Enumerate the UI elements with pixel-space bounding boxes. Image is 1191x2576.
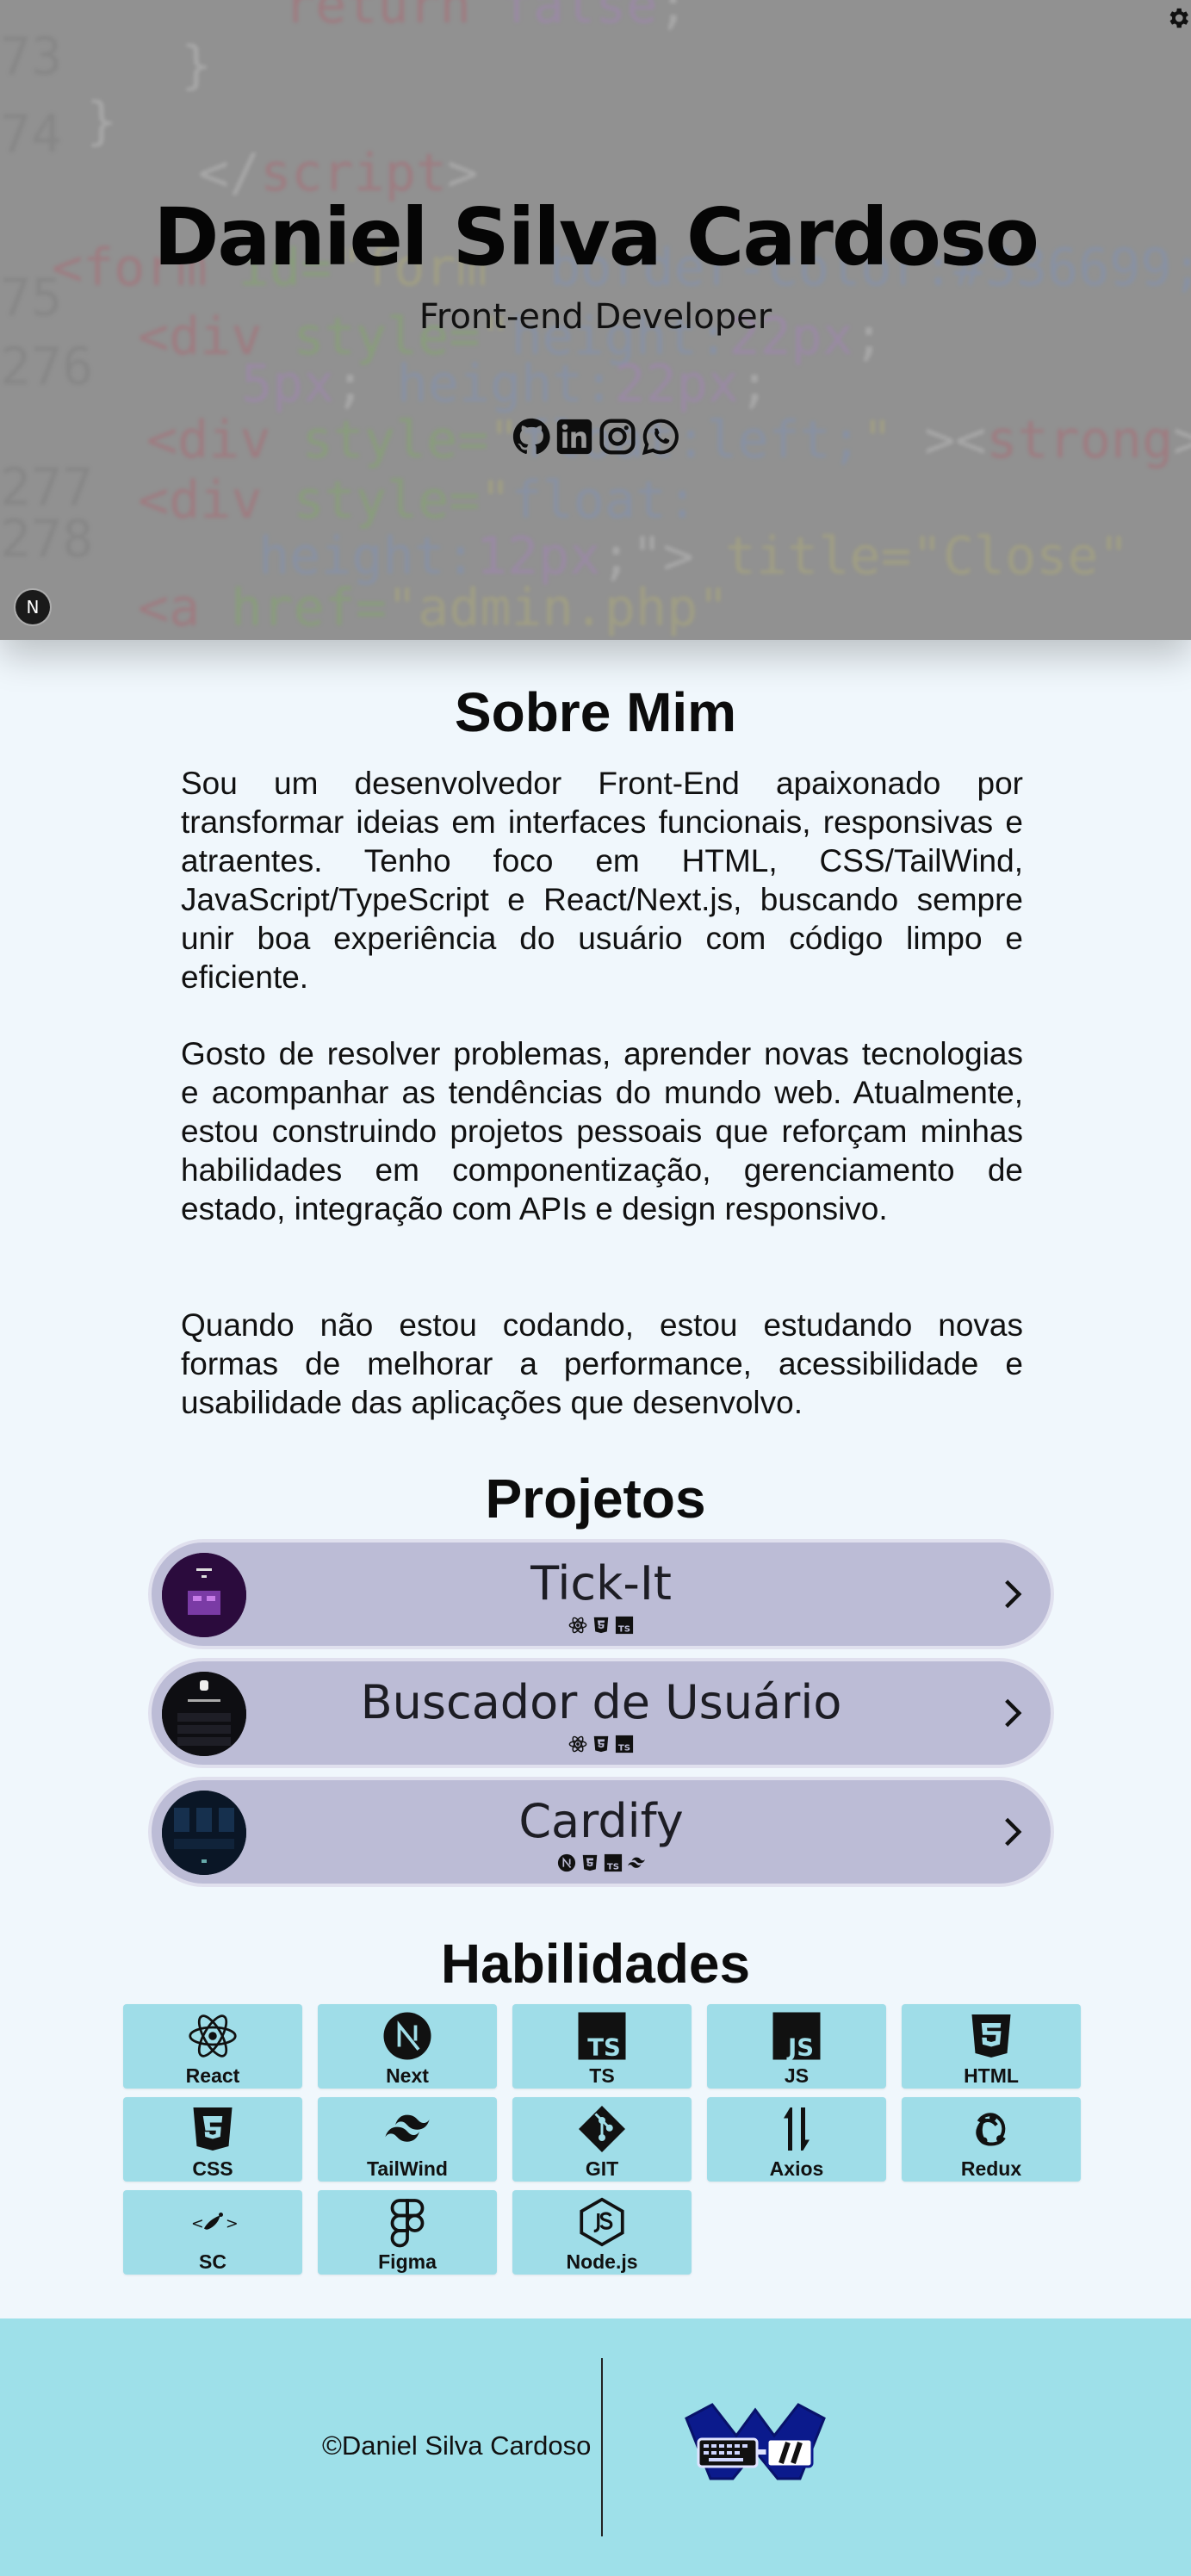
skills-title: Habilidades [440, 1933, 751, 1995]
about-paragraph-1: Sou um desenvolvedor Front-End apaixonad… [181, 766, 1023, 995]
footer [0, 2318, 1191, 2576]
linkedin-icon[interactable] [555, 417, 594, 456]
project-card-buscador-de-usuario[interactable]: Buscador de Usuário TS [148, 1658, 1054, 1768]
project-name: Buscador de Usuário [360, 1675, 842, 1729]
skill-card-react: React [123, 2004, 302, 2089]
tailwind-icon [626, 1853, 647, 1873]
svg-text:TS: TS [618, 1743, 630, 1753]
skill-label: GIT [585, 2157, 619, 2180]
about-title: Sobre Mim [454, 681, 737, 743]
footer-divider [601, 2358, 603, 2536]
redux-icon [965, 2102, 1018, 2156]
css-icon [186, 2102, 239, 2156]
svg-text:>: > [226, 2216, 239, 2233]
hero-name: Daniel Silva Cardoso [153, 191, 1039, 283]
social-links [0, 417, 1191, 456]
styled-components-icon: < > [186, 2195, 239, 2249]
project-tech-list: TS [152, 1853, 1051, 1873]
react-icon [568, 1615, 588, 1636]
project-name: Cardify [518, 1794, 684, 1848]
svg-text:JS: JS [786, 2034, 814, 2062]
project-card-tick-it[interactable]: Tick-It TS [148, 1539, 1054, 1649]
hero-role: Front-end Developer [419, 297, 772, 337]
project-name: Tick-It [530, 1556, 672, 1611]
skill-card-sc: < > SC [123, 2190, 302, 2275]
html-icon [965, 2009, 1018, 2063]
css-icon [580, 1853, 600, 1873]
skill-label: TS [589, 2064, 615, 2087]
footer-copyright: ©Daniel Silva Cardoso [322, 2430, 592, 2461]
ts-icon: TS [603, 1853, 623, 1873]
css-icon [591, 1615, 611, 1636]
skill-label: TailWind [367, 2157, 448, 2180]
svg-text:TS: TS [618, 1624, 630, 1634]
whatsapp-icon[interactable] [641, 417, 680, 456]
svg-text:TS: TS [587, 2034, 621, 2062]
about-paragraph-2: Gosto de resolver problemas, aprender no… [181, 1036, 1023, 1226]
project-card-cardify[interactable]: Cardify TS [148, 1777, 1054, 1887]
brand-logo-icon [685, 2403, 826, 2480]
skill-card-next: Next [318, 2004, 497, 2089]
skill-label: JS [784, 2064, 810, 2087]
skill-label: SC [199, 2250, 226, 2273]
ts-icon: TS [614, 1615, 635, 1636]
skill-card-figma: Figma [318, 2190, 497, 2275]
skill-card-ts: TS TS [512, 2004, 692, 2089]
project-tech-list: TS [152, 1734, 1051, 1754]
skill-label: Axios [769, 2157, 824, 2180]
tailwind-icon [381, 2102, 434, 2156]
svg-text:TS: TS [606, 1862, 618, 1871]
skill-label: Node.js [566, 2250, 638, 2273]
skill-label: Figma [378, 2250, 437, 2273]
github-icon[interactable] [512, 417, 551, 456]
css-icon [591, 1734, 611, 1754]
skill-card-tailwind: TailWind [318, 2097, 497, 2182]
project-tech-list: TS [152, 1615, 1051, 1636]
settings-gear-icon[interactable] [1165, 5, 1191, 31]
skill-card-css: CSS [123, 2097, 302, 2182]
react-icon [568, 1734, 588, 1754]
skill-card-redux: Redux [902, 2097, 1081, 2182]
skill-card-js: JS JS [707, 2004, 886, 2089]
react-icon [186, 2009, 239, 2063]
skill-card-html: HTML [902, 2004, 1081, 2089]
next-icon [556, 1853, 577, 1873]
figma-icon [381, 2195, 434, 2249]
skill-label: CSS [192, 2157, 233, 2180]
skill-card-axios: Axios [707, 2097, 886, 2182]
next-icon [381, 2009, 434, 2063]
chevron-right-icon[interactable] [994, 1813, 1032, 1851]
skill-card-nodejs: Node.js [512, 2190, 692, 2275]
about-paragraph-3: Quando não estou codando, estou estudand… [181, 1307, 1023, 1420]
hero-banner: return false; } } </script> <form id="fo… [0, 0, 1191, 640]
git-icon [575, 2102, 629, 2156]
chevron-right-icon[interactable] [994, 1575, 1032, 1613]
axios-icon [770, 2102, 823, 2156]
svg-text:<: < [191, 2216, 204, 2233]
projects-title: Projetos [485, 1468, 706, 1530]
js-icon: JS [770, 2009, 823, 2063]
skill-label: React [185, 2064, 240, 2087]
chevron-right-icon[interactable] [994, 1694, 1032, 1732]
skill-label: HTML [964, 2064, 1019, 2087]
next-dev-indicator-icon[interactable]: N [16, 590, 50, 624]
skill-label: Redux [960, 2157, 1022, 2180]
nodejs-icon [575, 2195, 629, 2249]
ts-icon: TS [575, 2009, 629, 2063]
ts-icon: TS [614, 1734, 635, 1754]
skill-card-git: GIT [512, 2097, 692, 2182]
skill-label: Next [386, 2064, 429, 2087]
instagram-icon[interactable] [598, 417, 637, 456]
